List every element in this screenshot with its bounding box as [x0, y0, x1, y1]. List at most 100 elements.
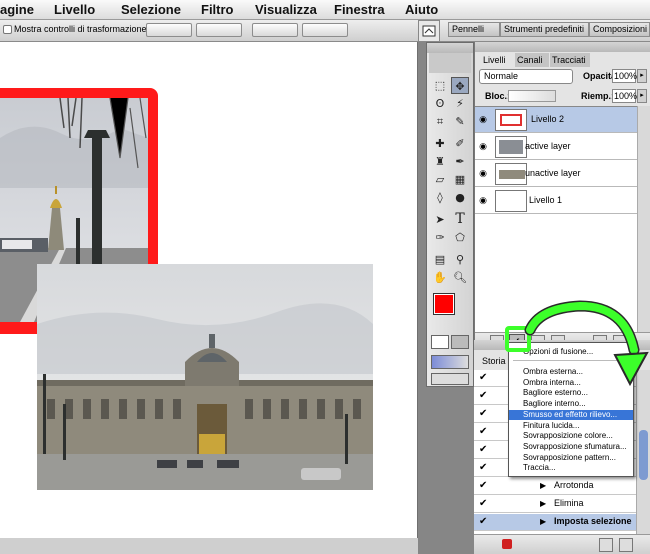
shape-tool-icon[interactable]: ⬠ — [451, 229, 469, 246]
menu-item-bevel-emboss[interactable]: Smusso ed effetto rilievo... — [509, 409, 633, 421]
jump-to-imageready-icon[interactable] — [431, 373, 469, 385]
history-item[interactable]: ✔ ▶ Elimina — [474, 496, 636, 513]
document-status-strip — [0, 538, 418, 554]
eye-icon[interactable]: ◉ — [477, 168, 489, 178]
healing-brush-icon[interactable]: ✚ — [431, 135, 449, 152]
opacity-arrow-icon[interactable]: ▸ — [637, 69, 647, 83]
layers-scrollbar[interactable] — [637, 106, 650, 332]
history-scrollbar[interactable] — [636, 370, 650, 534]
tab-channels[interactable]: Canali — [515, 53, 549, 67]
crop-icon[interactable]: ⌗ — [431, 113, 449, 130]
history-item-selected[interactable]: ✔ ▶ Imposta selezione — [474, 514, 636, 531]
lock-icons[interactable] — [508, 90, 556, 102]
menu-help[interactable]: Aiuto — [405, 2, 438, 17]
show-transform-checkbox[interactable] — [3, 25, 12, 34]
standard-mode-icon[interactable] — [431, 335, 449, 349]
history-check-icon[interactable]: ✔ — [479, 445, 489, 455]
layer-row-livello-1[interactable]: ◉ Livello 1 — [475, 188, 637, 214]
distribute-top-buttons[interactable] — [252, 23, 298, 37]
history-check-icon[interactable]: ✔ — [479, 427, 489, 437]
menu-item-outer-glow[interactable]: Bagliore esterno... — [509, 388, 633, 399]
history-footer — [474, 534, 650, 554]
document-canvas[interactable] — [0, 42, 418, 538]
layer-name: unactive layer — [525, 168, 581, 178]
eye-icon[interactable]: ◉ — [477, 195, 489, 205]
lasso-tool-icon[interactable]: ʘ — [431, 95, 449, 112]
record-icon[interactable] — [502, 539, 512, 549]
menu-item-color-overlay[interactable]: Sovrapposizione colore... — [509, 431, 633, 442]
menu-item-pattern-overlay[interactable]: Sovrapposizione pattern... — [509, 453, 633, 464]
history-check-icon[interactable]: ✔ — [479, 409, 489, 419]
distribute-left-buttons[interactable] — [302, 23, 348, 37]
zoom-tool-icon[interactable]: 🔍︎ — [451, 269, 469, 286]
history-label: Elimina — [554, 498, 584, 508]
menu-view[interactable]: Visualizza — [255, 2, 317, 17]
menu-item-drop-shadow[interactable]: Ombra esterna... — [509, 367, 633, 378]
menu-layer[interactable]: Livello — [54, 2, 95, 17]
menu-item-gradient-overlay[interactable]: Sovrapposizione sfumatura... — [509, 442, 633, 453]
clone-stamp-icon[interactable]: ♜ — [431, 153, 449, 170]
pen-tool-icon[interactable]: ✑ — [431, 229, 449, 246]
brush-icon[interactable]: ✐ — [451, 135, 469, 152]
layer-row-livello-2[interactable]: ◉ Livello 2 — [475, 107, 637, 133]
layer-row-active-layer[interactable]: ◉ active layer — [475, 134, 637, 160]
fill-arrow-icon[interactable]: ▸ — [637, 89, 647, 103]
align-left-buttons[interactable] — [196, 23, 242, 37]
blur-icon[interactable]: ◊ — [431, 189, 449, 206]
layer-row-unactive-layer[interactable]: ◉ unactive layer — [475, 161, 637, 187]
move-tool-icon[interactable]: ✥ — [451, 77, 469, 94]
type-tool-icon[interactable]: T — [451, 211, 469, 228]
layer-style-menu: Opzioni di fusione... Ombra esterna... O… — [508, 342, 634, 477]
layer-name: Livello 1 — [529, 195, 563, 205]
eyedropper-icon[interactable]: ⚲ — [451, 251, 469, 268]
history-check-icon[interactable]: ✔ — [479, 499, 489, 509]
screen-mode-icons[interactable] — [431, 355, 469, 369]
dodge-icon[interactable]: ● — [451, 189, 469, 206]
gradient-icon[interactable]: ▦ — [451, 171, 469, 188]
menu-item-stroke[interactable]: Traccia... — [509, 463, 633, 474]
history-check-icon[interactable]: ✔ — [479, 481, 489, 491]
foreground-color-swatch[interactable] — [433, 293, 455, 315]
menu-filter[interactable]: Filtro — [201, 2, 234, 17]
menu-item-inner-shadow[interactable]: Ombra interna... — [509, 378, 633, 389]
tab-layer-comps[interactable]: Composizioni li — [589, 22, 650, 37]
blend-mode-select[interactable]: Normale — [479, 69, 573, 84]
opacity-input[interactable]: 100% — [612, 69, 637, 83]
menu-image[interactable]: agine — [0, 2, 34, 17]
layers-title-bar — [475, 42, 650, 52]
file-browser-icon[interactable] — [418, 20, 440, 42]
history-arrow-icon: ▶ — [540, 499, 547, 508]
trash-icon[interactable] — [619, 538, 633, 552]
tab-tool-presets[interactable]: Strumenti predefiniti — [500, 22, 589, 37]
history-check-icon[interactable]: ✔ — [479, 463, 489, 473]
marquee-tool-icon[interactable]: ⬚ — [431, 77, 449, 94]
fill-input[interactable]: 100% — [612, 89, 637, 103]
history-check-icon[interactable]: ✔ — [479, 391, 489, 401]
magic-wand-icon[interactable]: ⚡ — [451, 95, 469, 112]
eraser-icon[interactable]: ▱ — [431, 171, 449, 188]
history-arrow-icon: ▶ — [540, 481, 547, 490]
tab-brushes[interactable]: Pennelli — [448, 22, 500, 37]
eye-icon[interactable]: ◉ — [477, 141, 489, 151]
history-brush-icon[interactable]: ✒ — [451, 153, 469, 170]
history-check-icon[interactable]: ✔ — [479, 517, 489, 527]
notes-icon[interactable]: ▤ — [431, 251, 449, 268]
new-snapshot-icon[interactable] — [599, 538, 613, 552]
tab-paths[interactable]: Tracciati — [550, 53, 590, 67]
menu-item-blending-options[interactable]: Opzioni di fusione... — [509, 347, 633, 358]
path-selection-icon[interactable]: ➤ — [431, 211, 449, 228]
fill-label: Riemp.: — [581, 91, 615, 101]
align-top-buttons[interactable] — [146, 23, 192, 37]
eye-icon[interactable]: ◉ — [477, 114, 489, 124]
history-item[interactable]: ✔ ▶ Arrotonda — [474, 478, 636, 495]
menu-item-satin[interactable]: Finitura lucida... — [509, 421, 633, 432]
hand-tool-icon[interactable]: ✋ — [431, 269, 449, 286]
palace-photo[interactable] — [37, 264, 373, 490]
menu-item-inner-glow[interactable]: Bagliore interno... — [509, 399, 633, 410]
menu-window[interactable]: Finestra — [334, 2, 385, 17]
slice-icon[interactable]: ✎ — [451, 113, 469, 130]
history-check-icon[interactable]: ✔ — [479, 373, 489, 383]
tab-layers[interactable]: Livelli — [481, 53, 514, 67]
menu-select[interactable]: Selezione — [121, 2, 181, 17]
quick-mask-icon[interactable] — [451, 335, 469, 349]
